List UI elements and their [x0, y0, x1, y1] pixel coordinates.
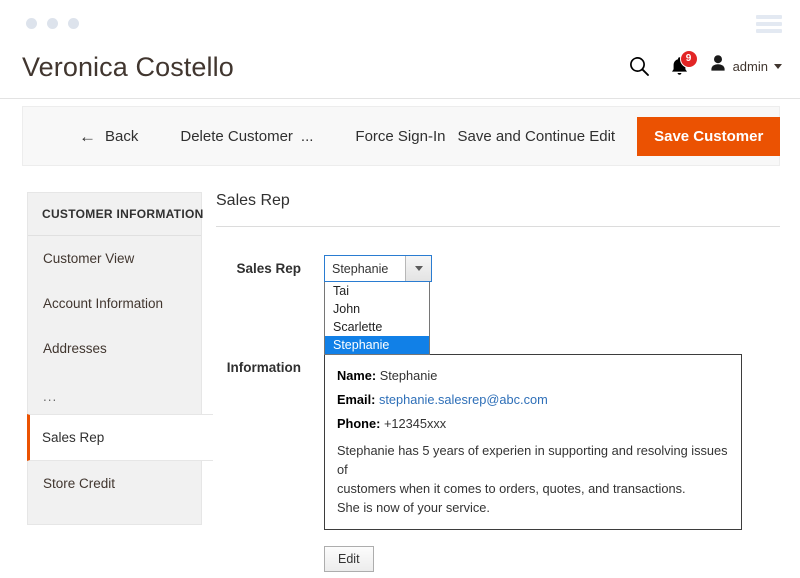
sales-rep-selected-value: Stephanie	[332, 261, 389, 276]
info-email-line: Email: stephanie.salesrep@abc.com	[337, 389, 729, 410]
header-actions: 9 admin	[628, 49, 782, 78]
sales-rep-select[interactable]: Stephanie	[324, 255, 432, 282]
save-customer-button[interactable]: Save Customer	[637, 116, 781, 156]
search-icon[interactable]	[628, 55, 650, 77]
information-label: Information	[226, 360, 301, 375]
back-button-label: Back	[105, 127, 139, 145]
select-arrow-glyph	[414, 266, 423, 271]
info-description-line-2: customers when it comes to orders, quote…	[337, 481, 686, 496]
sales-rep-label: Sales Rep	[236, 261, 301, 276]
information-field-row: Information Name: Stephanie Email: steph…	[216, 354, 780, 530]
section-title: Sales Rep	[216, 192, 780, 227]
customer-information-sidebar: CUSTOMER INFORMATION Customer View Accou…	[27, 192, 213, 525]
info-name-value: Stephanie	[379, 368, 438, 383]
info-phone-line: Phone: +12345xxx	[337, 413, 729, 434]
sidebar-item-more[interactable]: ...	[28, 371, 201, 414]
info-description: Stephanie has 5 years of experien in sup…	[337, 441, 729, 517]
sidebar-title: CUSTOMER INFORMATION	[28, 193, 203, 236]
back-button[interactable]: ← Back	[79, 128, 138, 145]
window-dot-maximize[interactable]	[68, 18, 79, 29]
sales-rep-information-box: Name: Stephanie Email: stephanie.salesre…	[324, 354, 742, 530]
sidebar-item-addresses[interactable]: Addresses	[28, 326, 201, 371]
save-and-continue-edit-button[interactable]: Save and Continue Edit	[457, 128, 615, 145]
admin-username: admin	[732, 58, 768, 74]
sales-rep-select-wrapper: Stephanie Tai John Scarlette Stephanie	[324, 255, 432, 355]
notification-count-badge: 9	[679, 49, 698, 68]
info-phone-label: Phone:	[337, 416, 381, 431]
hamburger-icon[interactable]	[756, 15, 782, 33]
edit-button[interactable]: Edit	[324, 546, 374, 572]
info-description-line-1: Stephanie has 5 years of experien in sup…	[337, 443, 728, 477]
sales-rep-option-scarlette[interactable]: Scarlette	[325, 318, 429, 336]
sidebar-item-account-information[interactable]: Account Information	[28, 281, 201, 326]
info-email-label: Email:	[337, 392, 376, 407]
delete-customer-button[interactable]: Delete Customer	[180, 128, 293, 145]
user-avatar-icon	[709, 54, 727, 78]
sales-rep-options-list: Tai John Scarlette Stephanie	[324, 282, 430, 355]
window-dot-close[interactable]	[26, 18, 37, 29]
sidebar-item-customer-view[interactable]: Customer View	[28, 236, 201, 281]
edit-button-row: Edit	[324, 546, 780, 572]
sidebar-item-store-credit[interactable]: Store Credit	[28, 461, 201, 506]
sales-rep-option-stephanie[interactable]: Stephanie	[325, 336, 429, 354]
info-phone-value: +12345xxx	[383, 416, 447, 431]
window-dot-minimize[interactable]	[47, 18, 58, 29]
sales-rep-option-tai[interactable]: Tai	[325, 282, 429, 300]
hamburger-line-1	[756, 15, 782, 19]
hamburger-line-3	[756, 29, 782, 33]
force-sign-in-button[interactable]: Force Sign-In	[355, 128, 445, 145]
sidebar-item-sales-rep[interactable]: Sales Rep	[27, 414, 213, 461]
bell-icon[interactable]: 9	[670, 49, 698, 77]
sales-rep-option-john[interactable]: John	[325, 300, 429, 318]
chevron-down-icon	[774, 63, 782, 69]
more-actions-button[interactable]: ...	[301, 128, 314, 145]
main-content: Sales Rep Sales Rep Stephanie Tai John S…	[216, 192, 780, 572]
admin-menu[interactable]: admin	[709, 54, 782, 78]
browser-chrome-bar	[0, 0, 800, 40]
page-actions-toolbar: ← Back Delete Customer ... Force Sign-In…	[22, 106, 781, 166]
select-chevron-down-icon[interactable]	[405, 256, 431, 281]
page-header: Veronica Costello 9 admin	[0, 40, 800, 99]
info-name-line: Name: Stephanie	[337, 365, 729, 386]
info-email-value[interactable]: stephanie.salesrep@abc.com	[379, 392, 548, 407]
sales-rep-field-row: Sales Rep Stephanie Tai John Scarlette S…	[216, 255, 780, 355]
window-controls	[26, 18, 79, 29]
hamburger-line-2	[756, 22, 782, 26]
page-title: Veronica Costello	[22, 52, 234, 82]
arrow-left-icon: ←	[79, 126, 96, 146]
info-name-label: Name:	[337, 368, 377, 383]
info-description-line-3: She is now of your service.	[337, 500, 490, 515]
